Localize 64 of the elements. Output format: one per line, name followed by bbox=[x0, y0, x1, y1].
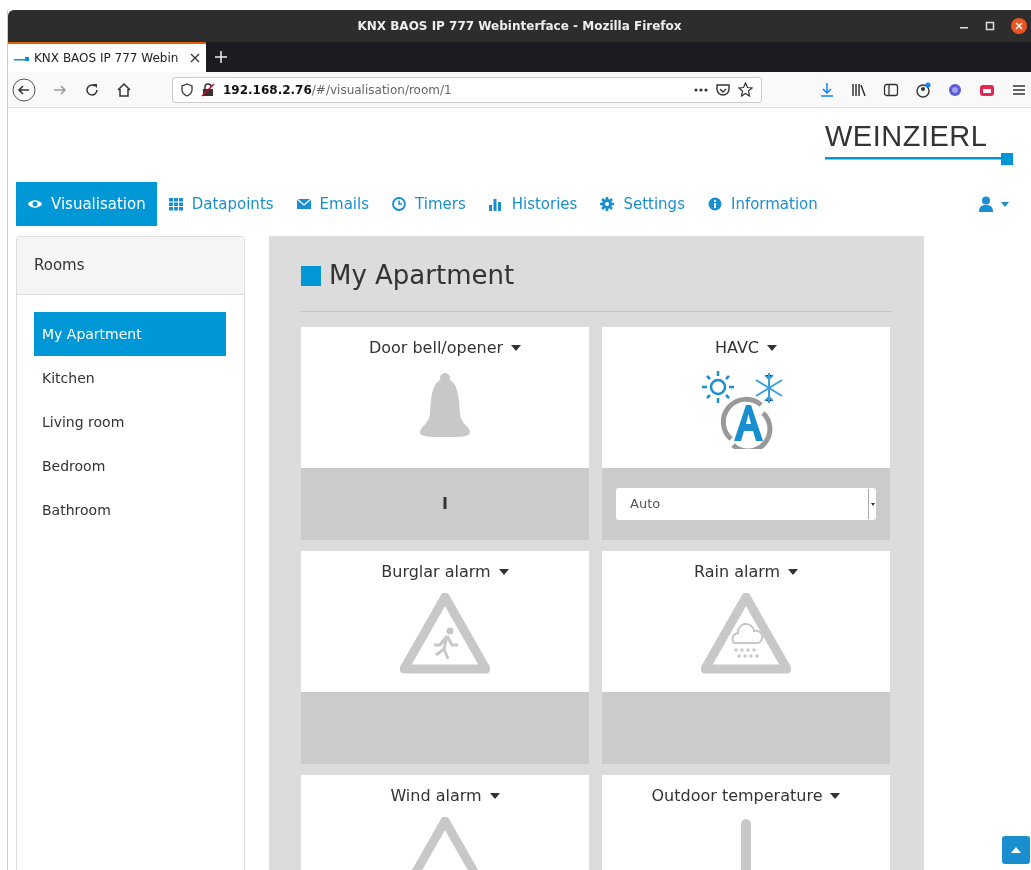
room-item[interactable]: Kitchen bbox=[34, 356, 226, 400]
widget-title-dropdown[interactable]: Outdoor temperature bbox=[645, 783, 847, 809]
account-icon[interactable] bbox=[915, 81, 931, 98]
close-icon[interactable] bbox=[190, 53, 200, 63]
room-item[interactable]: Bathroom bbox=[34, 488, 226, 532]
window-title: KNX BAOS IP 777 Webinterface - Mozilla Firefox bbox=[357, 18, 682, 35]
url-text: 192.168.2.76/#/visualisation/room/1 bbox=[223, 81, 452, 99]
nav-tab[interactable]: Histories bbox=[476, 182, 589, 226]
clock-icon bbox=[391, 197, 407, 211]
widget-title-dropdown[interactable]: Burglar alarm bbox=[375, 559, 515, 585]
new-tab-icon[interactable] bbox=[214, 50, 228, 64]
caret-icon bbox=[511, 345, 522, 351]
warning-running-person-icon bbox=[400, 593, 490, 675]
nav-tab[interactable]: Timers bbox=[380, 182, 477, 226]
maximize-icon[interactable] bbox=[985, 21, 995, 31]
grid-icon bbox=[167, 197, 184, 211]
caret-up-icon bbox=[1011, 847, 1021, 853]
caret-icon bbox=[788, 569, 799, 575]
broken-lock-icon bbox=[201, 82, 215, 97]
caret-icon bbox=[1001, 201, 1009, 207]
panel-title: Rooms bbox=[34, 255, 85, 277]
reload-icon[interactable] bbox=[84, 81, 100, 98]
widget-title-dropdown[interactable]: Wind alarm bbox=[384, 783, 506, 809]
caret-icon bbox=[870, 502, 875, 506]
nav-tab[interactable]: Emails bbox=[284, 182, 380, 226]
close-icon[interactable] bbox=[1011, 18, 1027, 34]
nav-tab[interactable]: Settings bbox=[588, 182, 696, 226]
sidebar-icon[interactable] bbox=[883, 81, 899, 98]
nav-tab[interactable]: Information bbox=[695, 182, 829, 226]
room-item[interactable]: Bedroom bbox=[34, 444, 226, 488]
caret-icon bbox=[767, 345, 778, 351]
caret-icon bbox=[498, 569, 509, 575]
extension-icon[interactable] bbox=[947, 81, 963, 98]
library-icon[interactable] bbox=[851, 81, 867, 98]
back-icon[interactable] bbox=[12, 77, 36, 102]
pocket-icon[interactable] bbox=[716, 82, 730, 97]
bar-chart-icon bbox=[487, 197, 504, 211]
star-icon[interactable] bbox=[738, 82, 753, 97]
address-bar[interactable]: 192.168.2.76/#/visualisation/room/1 bbox=[172, 76, 762, 103]
room-title: My Apartment bbox=[329, 259, 515, 292]
mode-select[interactable]: Auto bbox=[616, 488, 876, 520]
switch-value[interactable]: I bbox=[442, 492, 448, 516]
user-icon bbox=[979, 196, 993, 212]
caret-icon bbox=[830, 793, 841, 799]
widget-title-dropdown[interactable]: HAVC bbox=[708, 335, 784, 361]
shield-icon bbox=[181, 82, 193, 97]
tab-favicon-icon bbox=[14, 54, 30, 62]
widget-title-dropdown[interactable]: Door bell/opener bbox=[362, 335, 528, 361]
caret-icon bbox=[489, 793, 500, 799]
square-icon bbox=[301, 265, 321, 286]
warning-rain-icon bbox=[701, 593, 791, 675]
more-icon[interactable] bbox=[694, 87, 708, 92]
widget-title-dropdown[interactable]: Rain alarm bbox=[687, 559, 805, 585]
envelope-icon bbox=[295, 197, 312, 211]
scroll-top-button[interactable] bbox=[1002, 836, 1030, 864]
room-item[interactable]: Living room bbox=[34, 400, 226, 444]
nav-tab[interactable]: Datapoints bbox=[156, 182, 285, 226]
logo: WEINZIERL bbox=[825, 122, 1015, 180]
home-icon[interactable] bbox=[116, 81, 132, 98]
browser-tab[interactable]: KNX BAOS IP 777 Webin bbox=[8, 42, 206, 72]
eye-icon bbox=[27, 197, 43, 211]
download-icon[interactable] bbox=[819, 81, 835, 98]
gear-icon bbox=[599, 197, 616, 211]
info-icon bbox=[706, 197, 723, 211]
